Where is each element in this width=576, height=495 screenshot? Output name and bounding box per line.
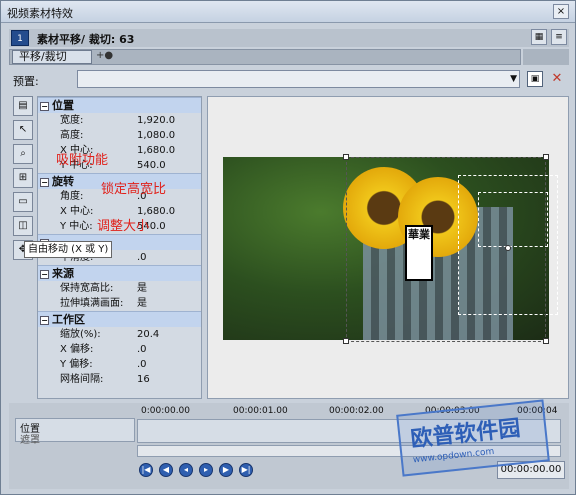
property-row[interactable]: Y 偏移: .0 — [38, 357, 201, 372]
section-header[interactable]: − 来源 — [38, 265, 201, 281]
crop-frame[interactable] — [346, 157, 546, 342]
section-header[interactable]: − 工作区 — [38, 311, 201, 327]
next-frame-icon[interactable]: ▸ — [199, 463, 213, 477]
property-label: 宽度: — [60, 115, 84, 126]
effects-window: 视频素材特效 × 1 素材平移/ 裁切: 63 ▦ ≡ 平移/裁切 +● 预置:… — [0, 0, 576, 495]
property-value[interactable]: 1,080.0 — [133, 128, 201, 143]
property-label: Y 偏移: — [60, 359, 93, 370]
lock-aspect-ratio-icon[interactable]: ▭ — [13, 192, 33, 212]
section-title: 旋转 — [52, 175, 74, 188]
property-value[interactable]: 540.0 — [133, 158, 201, 173]
tick-label: 00:00:01.00 — [233, 406, 288, 416]
section-title: 位置 — [52, 99, 74, 112]
zoom-tool-icon[interactable]: ⌕ — [13, 144, 33, 164]
chain-scroll[interactable] — [523, 49, 569, 65]
property-value[interactable]: 是 — [133, 296, 201, 311]
tooltip: 自由移动 (X 或 Y) — [24, 241, 112, 258]
header-tools: ▦ ≡ — [531, 29, 567, 45]
center-handle[interactable] — [505, 245, 511, 251]
watermark-text: 欧普软件园 — [409, 416, 522, 453]
track-list: 位置 遮罩 — [15, 418, 135, 446]
property-row[interactable]: X 偏移: .0 — [38, 342, 201, 357]
save-preset-icon[interactable]: ▣ — [527, 71, 543, 87]
property-value[interactable]: .0 — [133, 357, 201, 372]
pan-crop-chain-button[interactable]: 平移/裁切 — [12, 50, 92, 64]
tick-label: 00:00:02.00 — [329, 406, 384, 416]
property-value[interactable]: 1,680.0 — [133, 143, 201, 158]
collapse-icon[interactable]: − — [40, 316, 49, 325]
last-keyframe-icon[interactable]: ▶| — [239, 463, 253, 477]
window-title: 视频素材特效 — [7, 7, 73, 20]
preset-dropdown[interactable]: ▼ — [77, 70, 520, 88]
resize-handle[interactable] — [343, 154, 349, 160]
title-bar: 视频素材特效 × — [1, 1, 575, 23]
property-label: 网格间隔: — [60, 374, 104, 385]
property-row[interactable]: 高度: 1,080.0 — [38, 128, 201, 143]
property-row[interactable]: 网格间隔: 16 — [38, 372, 201, 387]
property-value[interactable]: .0 — [133, 250, 201, 265]
scale-about-center-icon[interactable]: ◫ — [13, 216, 33, 236]
property-label: 高度: — [60, 130, 84, 141]
property-value[interactable]: 1,920.0 — [133, 113, 201, 128]
normal-edit-tool-icon[interactable]: ↖ — [13, 120, 33, 140]
property-value[interactable]: 20.4 — [133, 327, 201, 342]
annotation-snap: 吸附功能 — [56, 153, 109, 168]
effect-name: 素材平移/ 裁切: 63 — [37, 33, 135, 46]
tick-label: 0:00:00.00 — [141, 406, 191, 416]
property-label: X 偏移: — [60, 344, 94, 355]
snap-to-grid-icon[interactable]: ⊞ — [13, 168, 33, 188]
first-keyframe-icon[interactable]: |◀ — [139, 463, 153, 477]
section-title: 来源 — [52, 267, 74, 280]
close-button[interactable]: × — [553, 4, 569, 19]
add-plugin-icon[interactable]: +● — [96, 50, 113, 61]
section-title: 工作区 — [52, 313, 85, 326]
property-label: 缩放(%): — [60, 329, 101, 340]
list-view-icon[interactable]: ≡ — [551, 29, 567, 45]
property-value[interactable]: 是 — [133, 281, 201, 296]
effect-header: 1 素材平移/ 裁切: 63 ▦ ≡ — [9, 29, 569, 47]
mask-label[interactable]: 遮罩 — [20, 431, 40, 446]
property-label: 保持宽高比: — [60, 283, 114, 294]
resize-handle[interactable] — [343, 338, 349, 344]
property-row[interactable]: 拉伸填满画面: 是 — [38, 296, 201, 311]
collapse-icon[interactable]: − — [40, 102, 49, 111]
property-label: 拉伸填满画面: — [60, 298, 124, 309]
property-row[interactable]: 保持宽高比: 是 — [38, 281, 201, 296]
property-value[interactable]: .0 — [133, 342, 201, 357]
show-properties-icon[interactable]: ▤ — [13, 96, 33, 116]
annotation-resize: 调整大小 — [97, 219, 150, 234]
section-header[interactable]: − 位置 — [38, 97, 201, 113]
grid-view-icon[interactable]: ▦ — [531, 29, 547, 45]
prev-frame-icon[interactable]: ◂ — [179, 463, 193, 477]
preview-canvas[interactable]: 華業 — [207, 96, 569, 399]
property-row[interactable]: 缩放(%): 20.4 — [38, 327, 201, 342]
chevron-down-icon[interactable]: ▼ — [510, 74, 517, 84]
collapse-icon[interactable]: − — [40, 270, 49, 279]
annotation-lock: 锁定高宽比 — [101, 182, 167, 197]
track-chip: 1 — [11, 30, 29, 46]
plugin-chain: 平移/裁切 +● — [9, 49, 521, 65]
keyframe-nav: |◀ ◀ ◂ ▸ ▶ ▶| — [139, 463, 253, 477]
resize-handle[interactable] — [543, 338, 549, 344]
preset-label: 预置: — [13, 75, 39, 88]
resize-handle[interactable] — [543, 154, 549, 160]
prev-keyframe-icon[interactable]: ◀ — [159, 463, 173, 477]
delete-preset-icon[interactable]: ✕ — [549, 71, 565, 87]
next-keyframe-icon[interactable]: ▶ — [219, 463, 233, 477]
property-value[interactable]: 16 — [133, 372, 201, 387]
collapse-icon[interactable]: − — [40, 178, 49, 187]
property-row[interactable]: 宽度: 1,920.0 — [38, 113, 201, 128]
